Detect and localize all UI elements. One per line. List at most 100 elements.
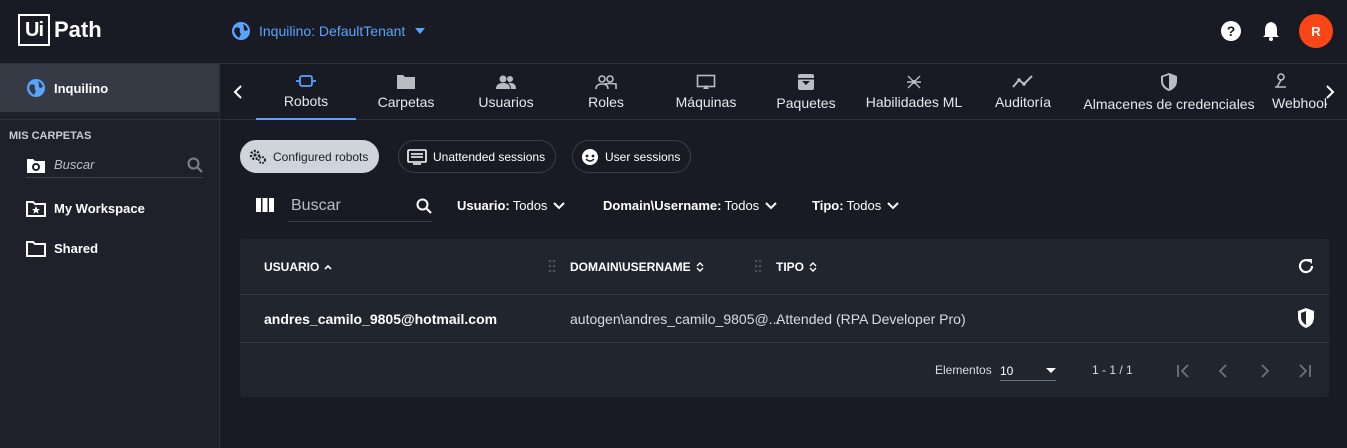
table-header: USUARIO DOMAIN\USERNAME TIPO	[240, 239, 1329, 295]
uipath-logo[interactable]: Ui Path	[18, 14, 102, 46]
robot-icon	[296, 75, 316, 87]
pagination: Elementos 10 1 - 1 / 1	[240, 343, 1329, 397]
column-header-domain-username[interactable]: DOMAIN\USERNAME	[570, 260, 704, 274]
sidebar: Inquilino MIS CARPETAS Buscar My Workspa…	[0, 64, 220, 448]
filter-bar: Buscar Usuario: Todos Domain\Username: T…	[240, 190, 940, 222]
items-per-page-label: Elementos	[935, 363, 992, 377]
tab-label: Roles	[588, 94, 624, 110]
filter-value: Todos	[512, 198, 548, 213]
folder-search-input[interactable]: Buscar	[26, 152, 203, 178]
ml-icon	[907, 75, 921, 89]
tab-bar: Robots Carpetas Usuarios Roles Máquinas …	[220, 64, 1347, 120]
column-label: DOMAIN\USERNAME	[570, 260, 691, 274]
chip-label: Unattended sessions	[433, 149, 546, 164]
tab-roles[interactable]: Roles	[556, 64, 656, 120]
prev-page-button[interactable]	[1212, 359, 1236, 383]
last-page-button[interactable]	[1292, 359, 1316, 383]
globe-icon	[27, 79, 45, 97]
tab-label: Webhooks	[1272, 95, 1327, 111]
webhook-icon	[1275, 73, 1286, 88]
column-resize-handle[interactable]	[754, 259, 762, 273]
sidebar-item-my-workspace[interactable]: My Workspace	[0, 188, 219, 228]
tab-almacenes-credenciales[interactable]: Almacenes de credenciales	[1074, 64, 1264, 120]
page-size-value: 10	[1000, 363, 1014, 378]
shield-icon[interactable]	[1297, 307, 1315, 329]
robots-table: USUARIO DOMAIN\USERNAME TIPO andres_cami…	[240, 239, 1329, 397]
cell-domain-username: autogen\andres_camilo_9805@...	[570, 311, 781, 327]
chevron-left-icon	[233, 85, 242, 99]
chip-user-sessions[interactable]: User sessions	[572, 140, 692, 173]
filter-tipo[interactable]: Tipo: Todos	[812, 198, 899, 213]
logo-text: Path	[54, 17, 102, 42]
help-icon[interactable]: ?	[1219, 19, 1243, 43]
chevron-right-icon	[1261, 364, 1270, 378]
tab-usuarios[interactable]: Usuarios	[456, 64, 556, 120]
svg-text:?: ?	[1227, 23, 1236, 39]
chevron-left-icon	[1218, 364, 1227, 378]
refresh-icon[interactable]	[1297, 257, 1315, 275]
chevron-down-icon	[553, 201, 566, 209]
tab-label: Habilidades ML	[865, 94, 963, 110]
chip-configured-robots[interactable]: Configured robots	[240, 140, 380, 173]
column-label: TIPO	[776, 260, 805, 274]
logo-box: Ui	[18, 14, 50, 46]
avatar[interactable]: R	[1299, 14, 1333, 48]
columns-icon[interactable]	[256, 198, 274, 212]
caret-down-icon	[415, 28, 426, 34]
tenant-label: Inquilino: DefaultTenant	[259, 23, 406, 39]
tab-scroll-left-button[interactable]	[228, 80, 248, 104]
search-placeholder: Buscar	[291, 196, 341, 214]
tab-label: Usuarios	[478, 94, 534, 110]
users-icon	[496, 75, 516, 89]
tab-carpetas[interactable]: Carpetas	[356, 64, 456, 120]
shield-icon	[1161, 73, 1177, 91]
monitor-icon	[696, 74, 716, 89]
gears-icon	[249, 149, 266, 164]
next-page-button[interactable]	[1252, 359, 1276, 383]
search-icon	[187, 157, 203, 173]
tab-robots[interactable]: Robots	[256, 64, 356, 120]
folder-icon	[397, 75, 415, 89]
tab-label: Auditoría	[994, 94, 1052, 110]
first-page-button[interactable]	[1172, 359, 1196, 383]
table-row[interactable]: andres_camilo_9805@hotmail.com autogen\a…	[240, 295, 1329, 343]
sidebar-item-label: Shared	[54, 240, 99, 256]
tab-habilidades-ml[interactable]: Habilidades ML	[856, 64, 972, 120]
sidebar-item-tenant[interactable]: Inquilino	[0, 64, 219, 112]
column-header-usuario[interactable]: USUARIO	[264, 260, 332, 274]
chip-unattended-sessions[interactable]: Unattended sessions	[398, 140, 557, 173]
sort-asc-icon	[324, 264, 332, 270]
sidebar-item-shared[interactable]: Shared	[0, 228, 219, 268]
tab-scroll-right-button[interactable]	[1320, 80, 1340, 104]
chevron-right-icon	[1326, 85, 1335, 99]
chip-label: User sessions	[605, 149, 681, 164]
filter-value: Todos	[846, 198, 882, 213]
tenant-selector[interactable]: Inquilino: DefaultTenant	[231, 21, 433, 41]
folder-search-placeholder: Buscar	[54, 157, 95, 172]
robot-search-input[interactable]: Buscar	[288, 190, 432, 222]
items-per-page-select[interactable]: 10	[1000, 361, 1056, 381]
tab-paquetes[interactable]: Paquetes	[756, 64, 856, 120]
tab-maquinas[interactable]: Máquinas	[656, 64, 756, 120]
monitor-list-icon	[407, 148, 427, 165]
filter-usuario[interactable]: Usuario: Todos	[457, 198, 566, 213]
user-face-icon	[582, 148, 598, 165]
column-label: USUARIO	[264, 260, 320, 274]
chevron-down-icon	[887, 201, 899, 209]
filter-value: Todos	[724, 198, 760, 213]
tab-webhooks[interactable]: Webhooks	[1272, 64, 1327, 120]
tab-auditoria[interactable]: Auditoría	[978, 64, 1068, 120]
cell-usuario: andres_camilo_9805@hotmail.com	[264, 311, 498, 327]
filter-domain-username[interactable]: Domain\Username: Todos	[603, 198, 777, 213]
search-icon[interactable]	[416, 198, 432, 214]
page-range: 1 - 1 / 1	[1092, 363, 1133, 377]
sort-icon	[696, 262, 704, 272]
chevron-down-icon	[765, 201, 777, 209]
caret-down-icon	[1046, 368, 1056, 373]
tab-label: Almacenes de credenciales	[1083, 96, 1255, 112]
column-header-tipo[interactable]: TIPO	[776, 260, 817, 274]
bell-icon[interactable]	[1259, 19, 1283, 43]
folder-search-icon	[27, 158, 45, 173]
tab-label: Carpetas	[377, 94, 435, 110]
column-resize-handle[interactable]	[548, 259, 556, 273]
